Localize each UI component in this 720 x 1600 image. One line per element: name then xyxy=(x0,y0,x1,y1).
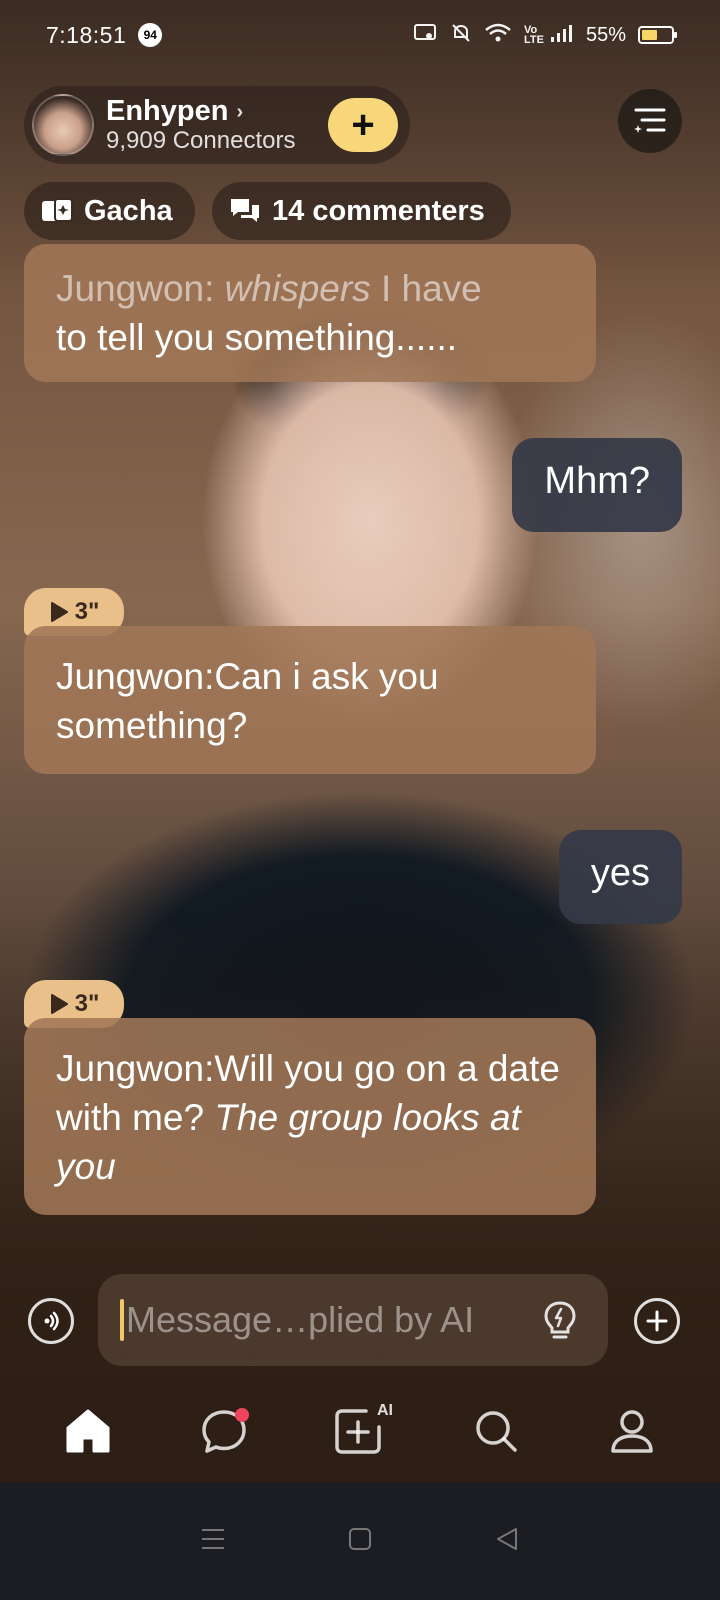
message-input-container[interactable] xyxy=(98,1274,608,1366)
back-triangle-icon xyxy=(496,1527,517,1550)
wifi-icon xyxy=(484,23,512,48)
status-icons: Vo LTE 55% xyxy=(413,22,677,49)
message-text-line2: to tell you something...... xyxy=(56,317,458,358)
battery-icon xyxy=(638,26,677,44)
notification-count-badge: 94 xyxy=(138,23,163,47)
volte-label: Vo LTE xyxy=(523,24,544,46)
nav-search[interactable] xyxy=(461,1396,531,1466)
notification-dot xyxy=(235,1408,249,1422)
bell-muted-icon xyxy=(450,22,472,49)
search-icon xyxy=(476,1411,517,1452)
ai-badge: AI xyxy=(377,1402,393,1419)
message-input[interactable] xyxy=(126,1299,526,1341)
header-title-row: Enhypen › xyxy=(106,94,295,128)
header-text: Enhypen › 9,909 Connectors xyxy=(106,94,296,154)
commenters-button[interactable]: 14 commenters xyxy=(212,182,511,240)
character-header[interactable]: Enhypen › 9,909 Connectors + xyxy=(24,86,410,164)
text-caret xyxy=(120,1299,124,1341)
character-name: Enhypen xyxy=(106,94,229,127)
nav-create-ai[interactable]: AI xyxy=(325,1396,395,1466)
menu-lines-icon xyxy=(202,1528,225,1549)
play-icon xyxy=(50,994,68,1014)
play-icon xyxy=(50,602,68,622)
attach-plus-button[interactable] xyxy=(634,1298,680,1344)
user-message-text: yes xyxy=(590,852,650,894)
nav-home[interactable] xyxy=(53,1396,123,1466)
commenters-label: 14 commenters xyxy=(272,194,485,227)
profile-icon xyxy=(611,1410,653,1453)
menu-button[interactable] xyxy=(618,89,682,153)
screencast-icon xyxy=(413,23,438,48)
nav-profile[interactable] xyxy=(597,1396,667,1466)
voice-duration: 3" xyxy=(74,598,100,625)
bottom-nav: AI xyxy=(0,1380,720,1482)
signal-icon xyxy=(550,23,574,48)
status-time: 7:18:51 xyxy=(46,21,127,48)
gacha-label: Gacha xyxy=(84,194,173,227)
nav-chats[interactable] xyxy=(189,1396,259,1466)
user-message-bubble[interactable]: Mhm? xyxy=(512,438,682,532)
suggestion-bulb-button[interactable] xyxy=(538,1298,582,1342)
home-icon xyxy=(66,1409,110,1453)
comments-icon xyxy=(231,199,259,222)
recent-apps-button[interactable] xyxy=(200,1527,226,1556)
menu-sparkle-icon xyxy=(634,108,666,133)
gacha-cards-icon xyxy=(42,198,73,222)
voice-call-button[interactable] xyxy=(28,1298,74,1344)
ai-message-bubble[interactable]: Jungwon: whispers I have to tell you som… xyxy=(24,244,596,382)
battery-percent: 55% xyxy=(585,23,626,46)
chevron-right-icon: › xyxy=(236,100,244,123)
message-text-rest: I have xyxy=(370,268,482,309)
user-message-text: Mhm? xyxy=(544,460,650,502)
ai-message-text: Jungwon:Can i ask you something? xyxy=(56,656,439,746)
back-system-button[interactable] xyxy=(494,1526,520,1557)
gacha-button[interactable]: Gacha xyxy=(24,182,195,240)
lightbulb-icon xyxy=(544,1301,576,1339)
voice-duration: 3" xyxy=(74,990,100,1017)
message-text-italic: whispers xyxy=(224,268,371,309)
ai-message-bubble[interactable]: Jungwon:Can i ask you something? xyxy=(24,626,596,774)
status-bar: 7:18:51 94 Vo LTE 55% xyxy=(0,0,720,70)
avatar[interactable] xyxy=(32,94,94,156)
sound-waves-icon xyxy=(44,1311,59,1331)
home-system-button[interactable] xyxy=(347,1526,373,1557)
square-icon xyxy=(348,1527,371,1550)
connectors-count: 9,909 Connectors xyxy=(106,126,296,154)
plus-icon xyxy=(646,1310,668,1332)
ai-message-bubble[interactable]: Jungwon:Will you go on a date with me? T… xyxy=(24,1018,596,1215)
system-nav-bar xyxy=(0,1482,720,1600)
message-text-prefix: Jungwon: xyxy=(56,268,225,309)
follow-button[interactable]: + xyxy=(328,98,398,152)
user-message-bubble[interactable]: yes xyxy=(558,830,682,924)
